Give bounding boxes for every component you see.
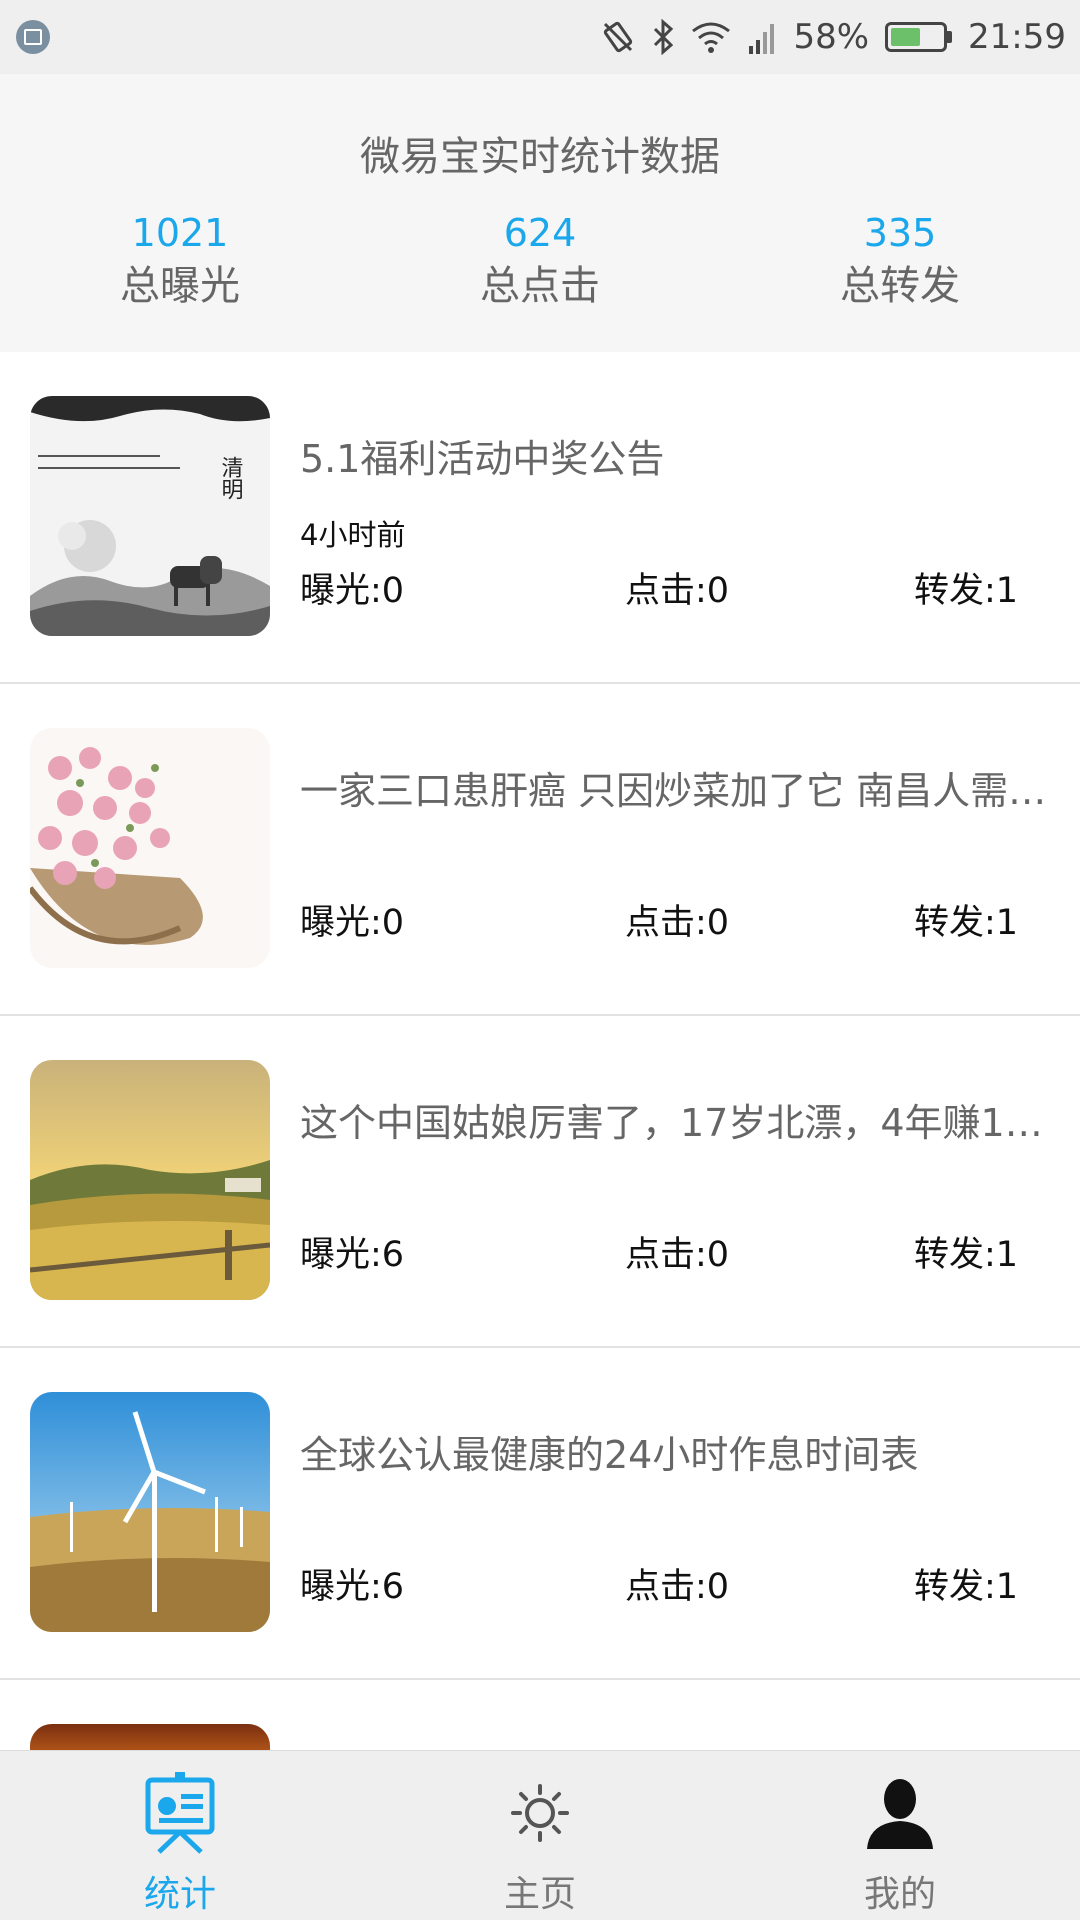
presentation-chart-icon: [145, 1769, 215, 1857]
rotation-lock-icon: [601, 20, 635, 54]
click-count: 点击:0: [625, 1235, 730, 1275]
article-title[interactable]: 一家三口患肝癌 只因炒菜加了它 南昌人需…: [300, 760, 1048, 815]
clock: 21:59: [968, 17, 1066, 57]
stat-total-forwards: 335 总转发: [720, 210, 1080, 316]
forward-count: 转发:1: [913, 1567, 1018, 1607]
page-title: 微易宝实时统计数据: [360, 134, 720, 180]
forward-count: 转发:1: [913, 1235, 1018, 1275]
article-title[interactable]: 5.1福利活动中奖公告: [300, 428, 1048, 483]
article-title[interactable]: 全球公认最健康的24小时作息时间表: [300, 1424, 1048, 1479]
article-row[interactable]: 全球公认最健康的24小时作息时间表 曝光:6 点击:0 转发:1: [0, 1348, 1080, 1680]
stat-label: 总曝光: [120, 263, 240, 309]
click-count: 点击:0: [625, 1567, 730, 1607]
stats-summary: 1021 总曝光 624 总点击 335 总转发: [0, 210, 1080, 316]
article-metrics: 曝光:6 点击:0 转发:1: [300, 1558, 1020, 1608]
click-count: 点击:0: [625, 571, 730, 611]
tab-home[interactable]: 主页: [360, 1751, 720, 1920]
article-metrics: 曝光:0 点击:0 转发:1: [300, 562, 1020, 612]
article-thumbnail: 清明: [30, 396, 270, 636]
article-thumbnail: [30, 1724, 270, 1750]
tab-label: 统计: [143, 1874, 216, 1915]
sun-icon: [510, 1769, 570, 1857]
forward-count: 转发:1: [913, 571, 1018, 611]
stat-value: 1021: [131, 211, 229, 255]
article-row[interactable]: 一家三口患肝癌 只因炒菜加了它 南昌人需… 曝光:0 点击:0 转发:1: [0, 684, 1080, 1016]
bluetooth-icon: [651, 19, 675, 55]
stat-label: 总转发: [840, 263, 960, 309]
bottom-nav: 统计 主页 我的: [0, 1750, 1080, 1920]
battery-icon: [885, 22, 953, 52]
tab-mine[interactable]: 我的: [720, 1751, 1080, 1920]
article-list[interactable]: 清明 5.1福利活动中奖公告 4小时前 曝光:0 点击:0 转发:1 一家三口患…: [0, 352, 1080, 1750]
status-bar: 58% 21:59: [0, 0, 1080, 74]
exposure-count: 曝光:6: [300, 1567, 405, 1607]
user-silhouette-icon: [865, 1769, 935, 1857]
stat-total-clicks: 624 总点击: [360, 210, 720, 316]
gallery-notification-icon: [16, 20, 50, 54]
status-icons: 58% 21:59: [601, 17, 1066, 57]
forward-count: 转发:1: [913, 903, 1018, 943]
stats-header: 微易宝实时统计数据 1021 总曝光 624 总点击 335 总转发: [0, 74, 1080, 352]
exposure-count: 曝光:6: [300, 1235, 405, 1275]
article-thumbnail: [30, 1060, 270, 1300]
signal-icon: [747, 20, 777, 54]
article-metrics: 曝光:0 点击:0 转发:1: [300, 894, 1020, 944]
article-row[interactable]: 这个中国姑娘厉害了，17岁北漂，4年赚1.… 曝光:6 点击:0 转发:1: [0, 1016, 1080, 1348]
stat-total-exposure: 1021 总曝光: [0, 210, 360, 316]
wifi-icon: [691, 21, 731, 53]
thumbnail-watermark-text: 清明: [218, 456, 244, 500]
article-thumbnail: [30, 728, 270, 968]
article-title[interactable]: 这个中国姑娘厉害了，17岁北漂，4年赚1.…: [300, 1092, 1048, 1147]
stat-value: 624: [503, 211, 577, 255]
stat-value: 335: [863, 211, 937, 255]
click-count: 点击:0: [625, 903, 730, 943]
battery-percent: 58%: [793, 17, 870, 57]
article-row[interactable]: 清明 5.1福利活动中奖公告 4小时前 曝光:0 点击:0 转发:1: [0, 352, 1080, 684]
tab-label: 我的: [863, 1874, 936, 1915]
exposure-count: 曝光:0: [300, 571, 405, 611]
exposure-count: 曝光:0: [300, 903, 405, 943]
stat-label: 总点击: [480, 263, 600, 309]
tab-statistics[interactable]: 统计: [0, 1751, 360, 1920]
article-time: 4小时前: [300, 518, 406, 552]
article-row[interactable]: [0, 1680, 1080, 1750]
app-screen: 58% 21:59 微易宝实时统计数据 1021 总曝光 624 总点击 335…: [0, 0, 1080, 1920]
article-metrics: 曝光:6 点击:0 转发:1: [300, 1226, 1020, 1276]
tab-label: 主页: [503, 1874, 576, 1915]
article-thumbnail: [30, 1392, 270, 1632]
